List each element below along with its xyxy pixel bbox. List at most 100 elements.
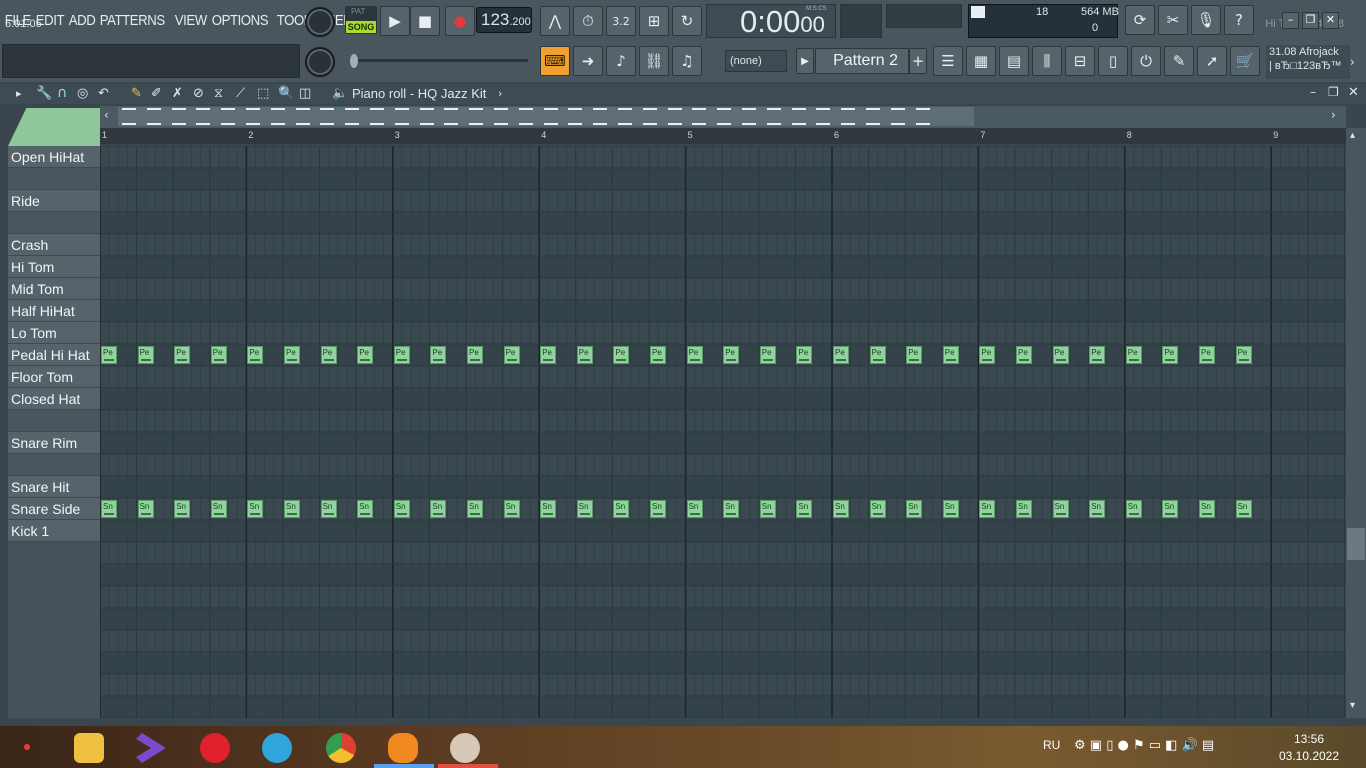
note-block[interactable]: Sn: [320, 500, 337, 518]
pr-minimize-icon[interactable]: –: [1310, 85, 1316, 99]
note-block[interactable]: Sn: [869, 500, 886, 518]
drum-key[interactable]: Floor Tom: [8, 366, 100, 388]
step-edit-button[interactable]: ⊞: [639, 6, 669, 36]
note-block[interactable]: Pe: [210, 346, 227, 364]
note-block[interactable]: Pe: [650, 346, 666, 364]
note-block[interactable]: Pe: [174, 346, 191, 364]
delete-tool-icon[interactable]: ✗: [172, 86, 183, 101]
bottom-splitter[interactable]: [0, 718, 1366, 726]
browser-button[interactable]: ⊟: [1065, 46, 1095, 76]
note-block[interactable]: Pe: [942, 346, 959, 364]
send-button[interactable]: ➚: [1197, 46, 1227, 76]
note-block[interactable]: Sn: [1162, 500, 1179, 518]
mixer-button[interactable]: ⫼: [1032, 46, 1062, 76]
undo-history-button[interactable]: ⟳: [1125, 5, 1155, 35]
arrow-button[interactable]: ➜: [573, 46, 603, 76]
taskbar-clock[interactable]: 13:56 03.10.2022: [1276, 732, 1342, 763]
piano-roll-button[interactable]: ▦: [966, 46, 996, 76]
stop-button[interactable]: ■: [410, 6, 440, 36]
loop-record-button[interactable]: ↻: [672, 6, 702, 36]
slip-tool-icon[interactable]: ⧖: [214, 86, 223, 101]
vertical-scrollbar[interactable]: [1346, 128, 1366, 718]
note-block[interactable]: Sn: [357, 500, 374, 518]
start-dot-icon[interactable]: [24, 744, 30, 750]
drum-key[interactable]: [8, 212, 100, 234]
note-block[interactable]: Pe: [1235, 346, 1252, 364]
opera-icon[interactable]: [200, 733, 230, 763]
note-block[interactable]: Sn: [1052, 500, 1069, 518]
note-block[interactable]: Pe: [979, 346, 996, 364]
pr-close-icon[interactable]: ✕: [1348, 85, 1359, 100]
close-button[interactable]: ✕: [1322, 12, 1339, 29]
note-block[interactable]: Sn: [723, 500, 740, 518]
paint-icon[interactable]: [450, 733, 480, 763]
select-tool-icon[interactable]: ⬚: [257, 86, 269, 101]
cut-button[interactable]: ✂: [1158, 5, 1188, 35]
scale-icon[interactable]: ◎: [77, 86, 88, 101]
chrome-icon[interactable]: [326, 733, 356, 763]
menu-view[interactable]: VIEW: [173, 12, 209, 29]
main-volume-knob[interactable]: [305, 7, 335, 37]
drum-key[interactable]: Open HiHat: [8, 146, 100, 168]
link-button[interactable]: ⛓: [639, 46, 669, 76]
paint-icon[interactable]: ✐: [151, 86, 162, 101]
scroll-up-icon[interactable]: ▴: [1350, 130, 1355, 141]
drum-key[interactable]: Snare Side: [8, 498, 100, 520]
note-block[interactable]: Pe: [906, 346, 923, 364]
note-block[interactable]: Pe: [723, 346, 740, 364]
note-block[interactable]: Pe: [1052, 346, 1069, 364]
slice-tool-icon[interactable]: ⟋: [236, 86, 245, 101]
drum-key[interactable]: Snare Hit: [8, 476, 100, 498]
pattern-prev-button[interactable]: ▶: [796, 48, 814, 74]
zoom-tool-icon[interactable]: 🔍: [278, 86, 294, 101]
note-block[interactable]: Sn: [759, 500, 776, 518]
audio-input-button[interactable]: 🎙: [1191, 5, 1221, 35]
record-button[interactable]: ●: [445, 6, 475, 36]
note-block[interactable]: Pe: [613, 346, 630, 364]
note-block[interactable]: Sn: [430, 500, 447, 518]
master-pitch-slider[interactable]: [350, 59, 528, 62]
drum-key[interactable]: Half HiHat: [8, 300, 100, 322]
note-block[interactable]: Pe: [357, 346, 374, 364]
file-explorer-icon[interactable]: [74, 733, 104, 763]
velocity-corner[interactable]: [8, 108, 100, 146]
tempo-display[interactable]: 123.200: [476, 7, 532, 33]
note-block[interactable]: Pe: [320, 346, 337, 364]
magnet-icon[interactable]: ∩: [57, 85, 67, 101]
slider-handle[interactable]: [350, 54, 358, 68]
note-block[interactable]: Sn: [1199, 500, 1215, 518]
scroll-right-icon[interactable]: ›: [1331, 108, 1336, 122]
drum-key[interactable]: Closed Hat: [8, 388, 100, 410]
menu-patterns[interactable]: PATTERNS: [98, 12, 166, 29]
drum-key[interactable]: Lo Tom: [8, 322, 100, 344]
minimize-button[interactable]: –: [1282, 12, 1299, 29]
note-block[interactable]: Sn: [467, 500, 483, 518]
playlist-button[interactable]: ☰: [933, 46, 963, 76]
typing-keyboard-button[interactable]: ⌨: [540, 46, 570, 76]
note-block[interactable]: Pe: [1016, 346, 1032, 364]
scroll-down-icon[interactable]: ▾: [1350, 700, 1355, 711]
snap-button[interactable]: ♪: [606, 46, 636, 76]
menu-options[interactable]: OPTIONS: [210, 12, 270, 29]
note-block[interactable]: Pe: [759, 346, 776, 364]
plugin-button[interactable]: ⏻: [1131, 46, 1161, 76]
drum-key[interactable]: Hi Tom: [8, 256, 100, 278]
pattern-selector[interactable]: Pattern 2: [815, 48, 909, 74]
language-indicator[interactable]: RU: [1043, 738, 1060, 752]
note-block[interactable]: Pe: [284, 346, 300, 364]
speaker-icon[interactable]: 🔈: [332, 86, 348, 101]
note-block[interactable]: Sn: [942, 500, 959, 518]
news-panel[interactable]: 31.08 Afrojack | вЂ□123вЂ™: [1266, 45, 1350, 79]
note-block[interactable]: Pe: [467, 346, 483, 364]
metronome-button[interactable]: ⋀: [540, 6, 570, 36]
drum-key[interactable]: Ride: [8, 190, 100, 212]
telegram-icon[interactable]: [262, 733, 292, 763]
mute-tool-icon[interactable]: ⊘: [193, 86, 204, 101]
note-block[interactable]: Sn: [1125, 500, 1142, 518]
main-pitch-knob[interactable]: [305, 47, 335, 77]
restore-button[interactable]: ❐: [1302, 12, 1319, 29]
note-block[interactable]: Sn: [540, 500, 557, 518]
note-block[interactable]: Sn: [979, 500, 996, 518]
drum-key[interactable]: [8, 410, 100, 432]
drum-key[interactable]: Snare Rim: [8, 432, 100, 454]
